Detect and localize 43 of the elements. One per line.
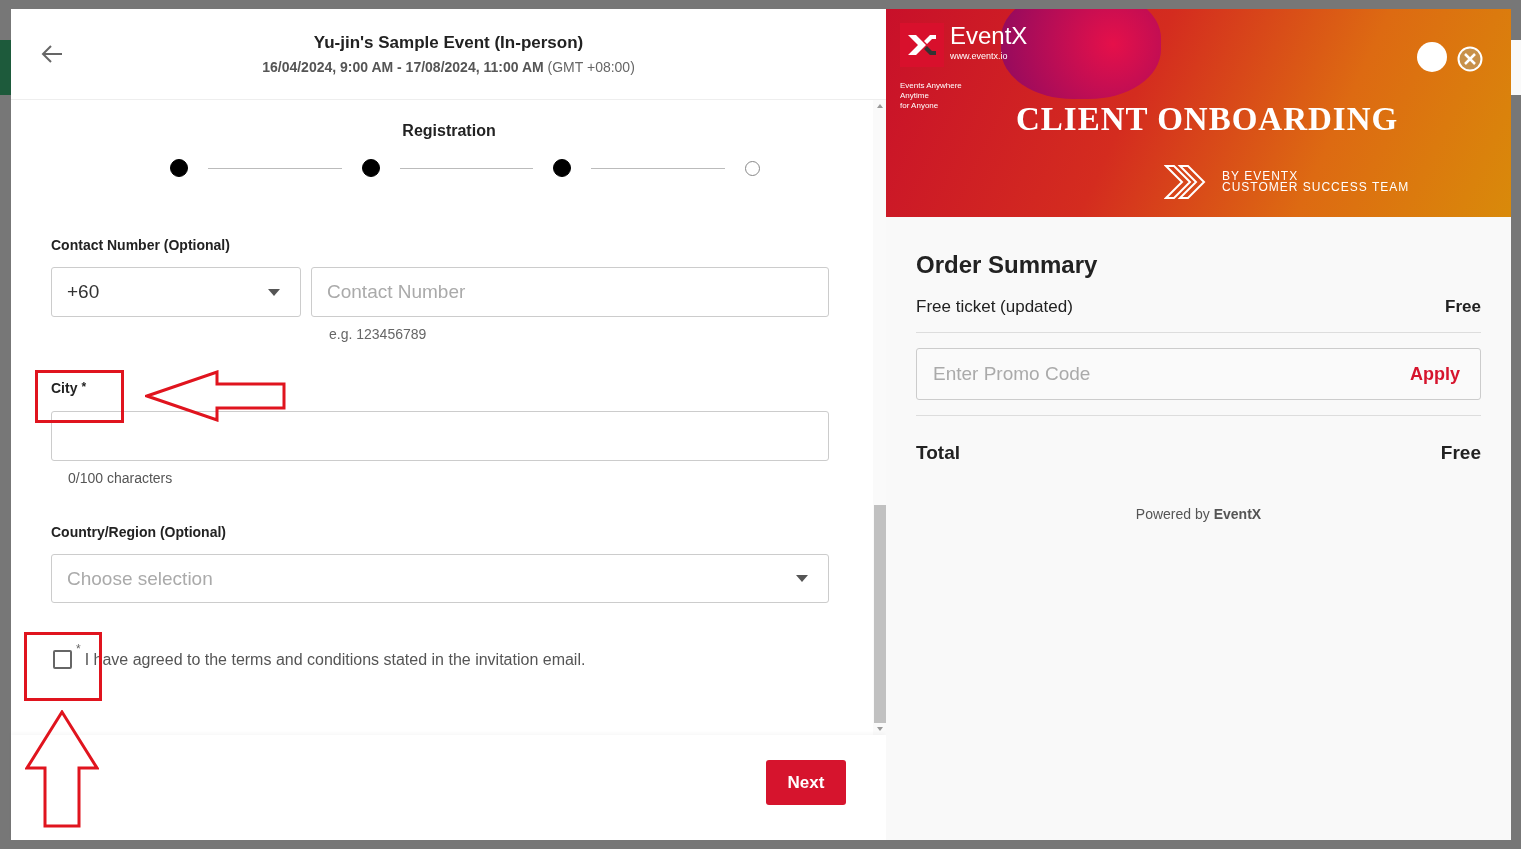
event-dates: 16/04/2024, 9:00 AM - 17/08/2024, 11:00 AM (262, 59, 544, 75)
field-hint: e.g. 123456789 (329, 326, 428, 342)
scroll-up-icon[interactable] (876, 104, 883, 108)
required-mark: * (76, 642, 81, 656)
caret-icon (796, 575, 808, 582)
promo-code-field[interactable]: Enter Promo Code Apply (916, 348, 1481, 400)
scroll-down-icon[interactable] (876, 727, 883, 731)
required-mark: * (81, 380, 87, 394)
close-icon[interactable] (1457, 46, 1483, 72)
character-counter: 0/100 characters (68, 470, 174, 486)
toggle-knob (1417, 42, 1447, 72)
tagline: Anytime (900, 91, 930, 101)
scrollbar[interactable] (873, 100, 886, 735)
logo-text: EventX (950, 23, 1028, 49)
tagline: Events Anywhere (900, 81, 962, 91)
summary-title: Order Summary (916, 251, 1099, 279)
caret-icon (268, 288, 280, 296)
field-label: City (51, 380, 78, 396)
back-arrow-icon[interactable] (40, 44, 64, 64)
ticket-price: Free (1445, 297, 1481, 317)
logo-icon (900, 23, 944, 67)
tagline: for Anyone (900, 101, 940, 111)
city-field[interactable] (51, 411, 829, 461)
apply-button[interactable]: Apply (1404, 362, 1466, 386)
next-button[interactable]: Next (766, 760, 846, 805)
country-code-dropdown[interactable]: +60 (51, 267, 301, 317)
byline: CUSTOMER SUCCESS TEAM (1222, 182, 1410, 193)
logo-url: www.eventx.io (950, 51, 1009, 61)
total-label: Total (916, 442, 960, 464)
field-label: Country/Region (Optional) (51, 524, 227, 540)
event-title: Yu-jin's Sample Event (In-person) (312, 33, 585, 53)
step-title: Registration (401, 122, 497, 140)
contact-number-field[interactable]: Contact Number (311, 267, 829, 317)
field-label: Contact Number (Optional) (51, 237, 231, 253)
brand-name: EventX (1213, 506, 1262, 522)
ticket-name: Free ticket (updated) (916, 297, 1073, 317)
terms-checkbox[interactable] (53, 650, 72, 669)
byline: BY EVENTX (1222, 171, 1300, 182)
chevrons-icon (1164, 164, 1206, 200)
total-value: Free (1440, 442, 1481, 464)
powered-by-text: Powered by (1135, 506, 1210, 522)
banner-heading: CLIENT ONBOARDING (1016, 101, 1399, 138)
event-timezone: (GMT +08:00) (547, 59, 635, 75)
